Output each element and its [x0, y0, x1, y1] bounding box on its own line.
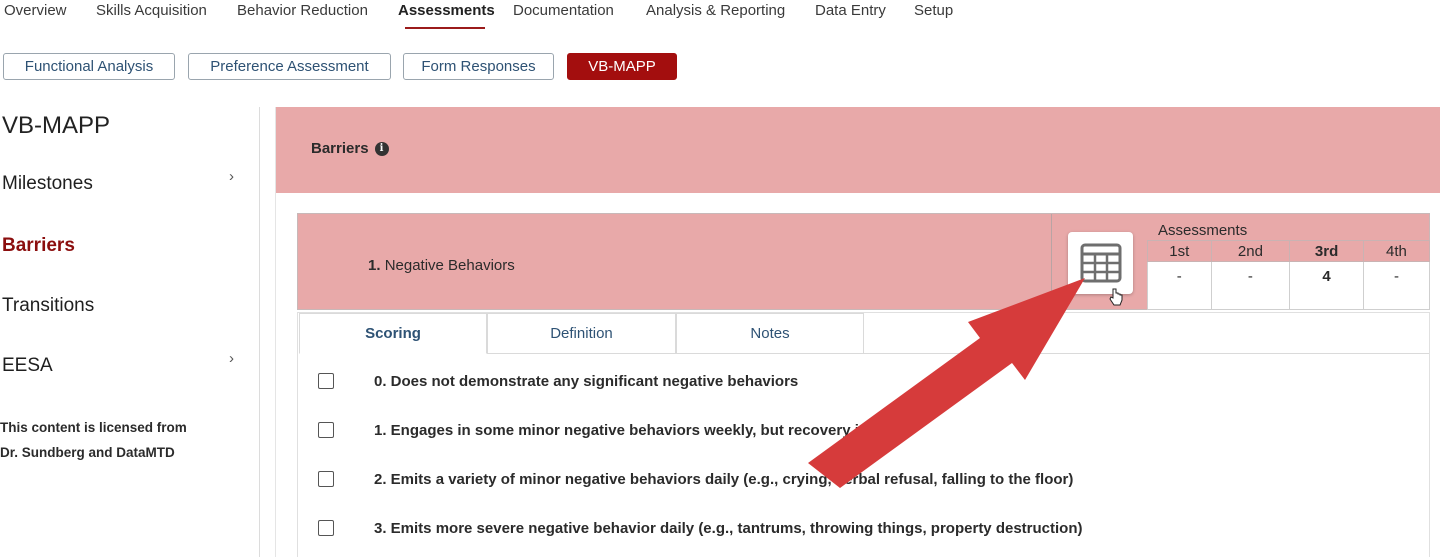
table-icon [1080, 243, 1121, 283]
assessment-value-1st: - [1147, 261, 1212, 310]
sidebar-title: VB-MAPP [2, 112, 111, 139]
license-line-1: This content is licensed from [0, 420, 187, 435]
barrier-row-title: 1. Negative Behaviors [368, 257, 515, 274]
checkbox[interactable] [318, 471, 334, 487]
barrier-number: 1. [368, 257, 381, 274]
assessment-value-3rd: 4 [1289, 261, 1364, 310]
assessments-title: Assessments [1158, 222, 1248, 239]
assessments-table: 1st 2nd 3rd 4th - - 4 - [1147, 240, 1431, 310]
nav-setup[interactable]: Setup [914, 2, 953, 19]
scoring-option-0[interactable]: 0. Does not demonstrate any significant … [318, 373, 798, 390]
functional-analysis-button[interactable]: Functional Analysis [3, 53, 175, 80]
license-note: This content is licensed from Dr. Sundbe… [0, 415, 240, 465]
checkbox[interactable] [318, 373, 334, 389]
assessment-col-2nd: 2nd [1210, 240, 1291, 262]
assessment-col-3rd: 3rd [1289, 240, 1364, 262]
nav-behavior-reduction[interactable]: Behavior Reduction [237, 2, 368, 19]
info-icon[interactable]: i [374, 141, 389, 156]
assessment-value-4th: - [1362, 261, 1431, 310]
preference-assessment-button[interactable]: Preference Assessment [188, 53, 391, 80]
sidebar-item-milestones[interactable]: Milestones [2, 173, 93, 195]
license-line-2: Dr. Sundberg and DataMTD [0, 445, 175, 460]
assessment-col-1st: 1st [1147, 240, 1212, 262]
tab-definition[interactable]: Definition [487, 313, 676, 354]
nav-data-entry[interactable]: Data Entry [815, 2, 886, 19]
nav-documentation[interactable]: Documentation [513, 2, 614, 19]
assessment-col-4th: 4th [1362, 240, 1431, 262]
sidebar-item-barriers[interactable]: Barriers [2, 235, 75, 257]
top-navigation: Overview Skills Acquisition Behavior Red… [0, 0, 1440, 34]
sidebar-divider [259, 107, 260, 557]
active-nav-underline [405, 27, 485, 29]
chevron-right-icon[interactable]: › [229, 168, 234, 185]
tab-scoring[interactable]: Scoring [299, 313, 487, 354]
nav-skills-acquisition[interactable]: Skills Acquisition [96, 2, 207, 19]
scoring-option-1[interactable]: 1. Engages in some minor negative behavi… [318, 422, 867, 439]
scoring-option-text: 3. Emits more severe negative behavior d… [374, 519, 1083, 537]
scoring-option-3[interactable]: 3. Emits more severe negative behavior d… [318, 520, 1083, 537]
scoring-option-text: 0. Does not demonstrate any significant … [374, 372, 799, 390]
chevron-right-icon[interactable]: › [229, 350, 234, 367]
section-banner [276, 107, 1440, 193]
scoring-option-text: 1. Engages in some minor negative behavi… [374, 421, 868, 439]
barrier-name: Negative Behaviors [384, 257, 515, 274]
nav-assessments[interactable]: Assessments [398, 2, 495, 19]
sidebar-item-transitions[interactable]: Transitions [2, 295, 94, 317]
tab-notes[interactable]: Notes [676, 313, 864, 354]
assessment-value-2nd: - [1210, 261, 1291, 310]
section-title: Barriers i [311, 140, 389, 157]
scoring-option-2[interactable]: 2. Emits a variety of minor negative beh… [318, 471, 1073, 488]
section-title-text: Barriers [311, 140, 369, 157]
checkbox[interactable] [318, 520, 334, 536]
vb-mapp-button[interactable]: VB-MAPP [567, 53, 677, 80]
score-grid-button[interactable] [1068, 232, 1133, 294]
tab-baseline [863, 353, 1429, 354]
nav-analysis-reporting[interactable]: Analysis & Reporting [646, 2, 785, 19]
sidebar-item-eesa[interactable]: EESA [2, 355, 53, 377]
row-divider [1051, 214, 1052, 309]
nav-overview[interactable]: Overview [4, 2, 67, 19]
scoring-option-text: 2. Emits a variety of minor negative beh… [374, 470, 1074, 488]
form-responses-button[interactable]: Form Responses [403, 53, 554, 80]
checkbox[interactable] [318, 422, 334, 438]
